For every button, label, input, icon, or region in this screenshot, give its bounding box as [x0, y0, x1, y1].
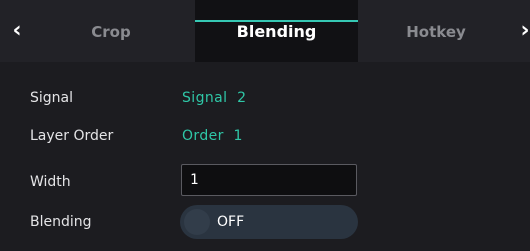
tab-crop-label: Crop	[91, 23, 131, 41]
active-tab-indicator	[195, 20, 358, 22]
blending-toggle-state: OFF	[217, 214, 245, 230]
tab-hotkey-label: Hotkey	[406, 23, 466, 41]
signal-label: Signal	[30, 90, 74, 106]
width-label: Width	[30, 174, 71, 190]
tab-hotkey[interactable]: Hotkey	[362, 0, 510, 62]
signal-value[interactable]: Signal 2	[182, 90, 246, 106]
chevron-right-icon[interactable]: ›	[514, 18, 530, 44]
layer-order-value[interactable]: Order 1	[182, 128, 243, 144]
blending-label: Blending	[30, 214, 92, 230]
width-input[interactable]	[181, 164, 357, 196]
tab-blending[interactable]: Blending	[195, 0, 358, 62]
tab-crop[interactable]: Crop	[32, 0, 190, 62]
blending-toggle[interactable]: OFF	[180, 205, 358, 239]
chevron-left-icon[interactable]: ‹	[6, 18, 28, 44]
blending-panel: ‹ Crop Blending Hotkey › Signal Signal 2…	[0, 0, 530, 251]
toggle-knob	[184, 209, 210, 235]
tab-bar: ‹ Crop Blending Hotkey ›	[0, 0, 530, 62]
layer-order-label: Layer Order	[30, 128, 114, 144]
tab-blending-label: Blending	[236, 22, 317, 41]
